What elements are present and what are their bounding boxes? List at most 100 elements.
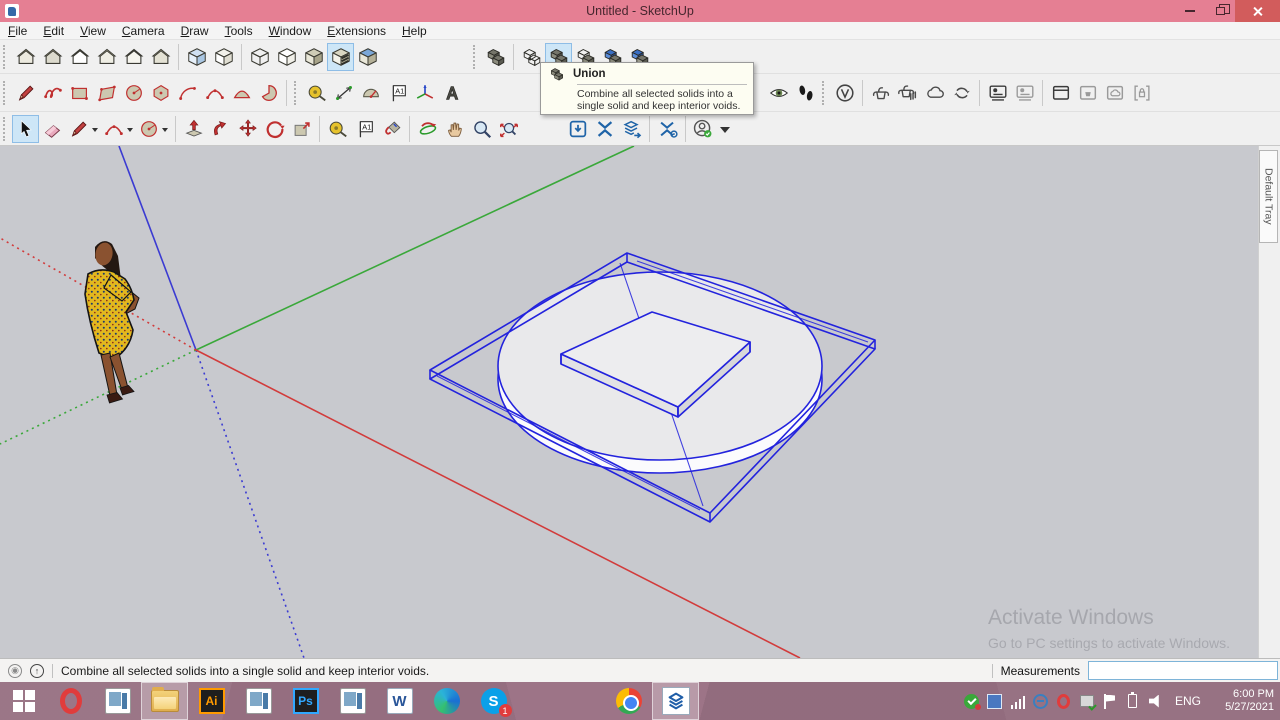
two-point-arc-tool-button[interactable] [201, 79, 228, 107]
freehand-tool-button[interactable] [39, 79, 66, 107]
input-method-tray-icon[interactable] [987, 693, 1003, 709]
chevron-down-icon[interactable] [92, 128, 98, 135]
volume-icon[interactable] [1148, 693, 1164, 709]
action-center-flag-icon[interactable] [1102, 693, 1118, 709]
geolocation-icon[interactable]: ◉ [8, 664, 22, 678]
dimension-button[interactable] [330, 79, 357, 107]
taskbar-app-window-2[interactable] [235, 682, 282, 720]
style-back-edges-button[interactable] [210, 43, 237, 71]
line-tool-button[interactable] [12, 79, 39, 107]
axes-tool-button[interactable] [411, 79, 438, 107]
default-tray-tab[interactable]: Default Tray [1259, 150, 1278, 243]
push-pull-button[interactable] [180, 115, 207, 143]
view-back-button[interactable] [120, 43, 147, 71]
style-hidden-line-button[interactable] [273, 43, 300, 71]
windows-update-tray-icon[interactable] [1079, 693, 1095, 709]
line-tool-dropdown-button[interactable] [66, 115, 101, 143]
move-tool-button[interactable] [234, 115, 261, 143]
rotated-rectangle-tool-button[interactable] [93, 79, 120, 107]
trimble-connect-button[interactable] [591, 115, 618, 143]
3d-warehouse-button[interactable] [564, 115, 591, 143]
3d-text-button[interactable] [438, 79, 465, 107]
taskbar-app-window-1[interactable] [94, 682, 141, 720]
vray-cloud-manager-button[interactable] [1101, 79, 1128, 107]
menu-draw[interactable]: Draw [173, 23, 217, 39]
paint-bucket-button[interactable] [378, 115, 405, 143]
menu-extensions[interactable]: Extensions [319, 23, 394, 39]
outer-shell-button[interactable] [482, 43, 509, 71]
minimize-button[interactable] [1175, 0, 1205, 22]
taskbar-photoshop[interactable]: Ps [282, 682, 329, 720]
vray-file-manager-button[interactable] [1074, 79, 1101, 107]
taskbar-app-window-3[interactable] [329, 682, 376, 720]
select-tool-button[interactable] [12, 115, 39, 143]
network-signal-icon[interactable] [1010, 693, 1026, 709]
tape-measure-button[interactable] [303, 79, 330, 107]
toolbar-grip[interactable] [3, 81, 8, 105]
close-button[interactable] [1235, 0, 1280, 22]
toolbar-grip[interactable] [3, 117, 8, 141]
vray-interactive-render-button[interactable] [894, 79, 921, 107]
taskbar-skype[interactable]: S 1 [470, 682, 517, 720]
chevron-down-icon[interactable] [720, 127, 730, 136]
protractor-button[interactable] [357, 79, 384, 107]
vray-logo-button[interactable] [831, 79, 858, 107]
arc-tool-dropdown-button[interactable] [101, 115, 136, 143]
taskbar-edge[interactable] [423, 682, 470, 720]
toolbar-grip[interactable] [294, 81, 299, 105]
view-front-button[interactable] [66, 43, 93, 71]
view-right-button[interactable] [93, 43, 120, 71]
pie-tool-button[interactable] [255, 79, 282, 107]
start-button[interactable] [0, 682, 47, 720]
tape-measure-button[interactable] [324, 115, 351, 143]
arc-tool-button[interactable] [174, 79, 201, 107]
vray-cloud-render-button[interactable] [921, 79, 948, 107]
restore-button[interactable] [1205, 0, 1235, 22]
view-iso-button[interactable] [12, 43, 39, 71]
send-to-layout-button[interactable] [618, 115, 645, 143]
vray-frame-buffer-button[interactable] [984, 79, 1011, 107]
chevron-down-icon[interactable] [127, 128, 133, 135]
vray-frame-buffer-history-button[interactable] [1011, 79, 1038, 107]
taskbar-word[interactable]: W [376, 682, 423, 720]
toolbar-grip[interactable] [822, 81, 827, 105]
style-shaded-textures-button[interactable] [327, 43, 354, 71]
text-tool-button[interactable]: A1 [384, 79, 411, 107]
toolbar-grip[interactable] [473, 45, 478, 69]
menu-file[interactable]: File [0, 23, 35, 39]
menu-help[interactable]: Help [394, 23, 435, 39]
circle-tool-button[interactable] [120, 79, 147, 107]
taskbar-clock[interactable]: 6:00 PM 5/27/2021 [1216, 688, 1274, 714]
credits-icon[interactable]: ↑ [30, 664, 44, 678]
three-point-arc-tool-button[interactable] [228, 79, 255, 107]
menu-camera[interactable]: Camera [114, 23, 173, 39]
style-wireframe-button[interactable] [246, 43, 273, 71]
language-indicator[interactable]: ENG [1175, 694, 1201, 708]
zoom-tool-button[interactable] [468, 115, 495, 143]
taskbar-opera[interactable] [47, 682, 94, 720]
vray-lock-button[interactable] [1128, 79, 1155, 107]
look-around-button[interactable] [765, 79, 792, 107]
measurements-input[interactable] [1088, 661, 1278, 680]
rotate-tool-button[interactable] [261, 115, 288, 143]
menu-edit[interactable]: Edit [35, 23, 72, 39]
drawing-viewport[interactable]: Activate Windows Go to PC settings to ac… [0, 146, 1258, 658]
antivirus-tray-icon[interactable] [964, 693, 980, 709]
pan-tool-button[interactable] [441, 115, 468, 143]
view-left-button[interactable] [147, 43, 174, 71]
account-button[interactable] [690, 115, 733, 143]
toolbar-grip[interactable] [3, 45, 8, 69]
menu-tools[interactable]: Tools [217, 23, 261, 39]
offset-tool-button[interactable] [288, 115, 315, 143]
chevron-down-icon[interactable] [162, 128, 168, 135]
taskbar-illustrator[interactable]: Ai [188, 682, 235, 720]
walk-button[interactable] [792, 79, 819, 107]
dell-support-tray-icon[interactable] [1033, 693, 1049, 709]
shapes-tool-dropdown-button[interactable] [136, 115, 171, 143]
rectangle-tool-button[interactable] [66, 79, 93, 107]
vray-asset-editor-button[interactable] [1047, 79, 1074, 107]
orbit-tool-button[interactable] [414, 115, 441, 143]
vray-render-button[interactable] [867, 79, 894, 107]
taskbar-chrome[interactable] [605, 682, 652, 720]
taskbar-file-explorer[interactable] [141, 682, 188, 720]
